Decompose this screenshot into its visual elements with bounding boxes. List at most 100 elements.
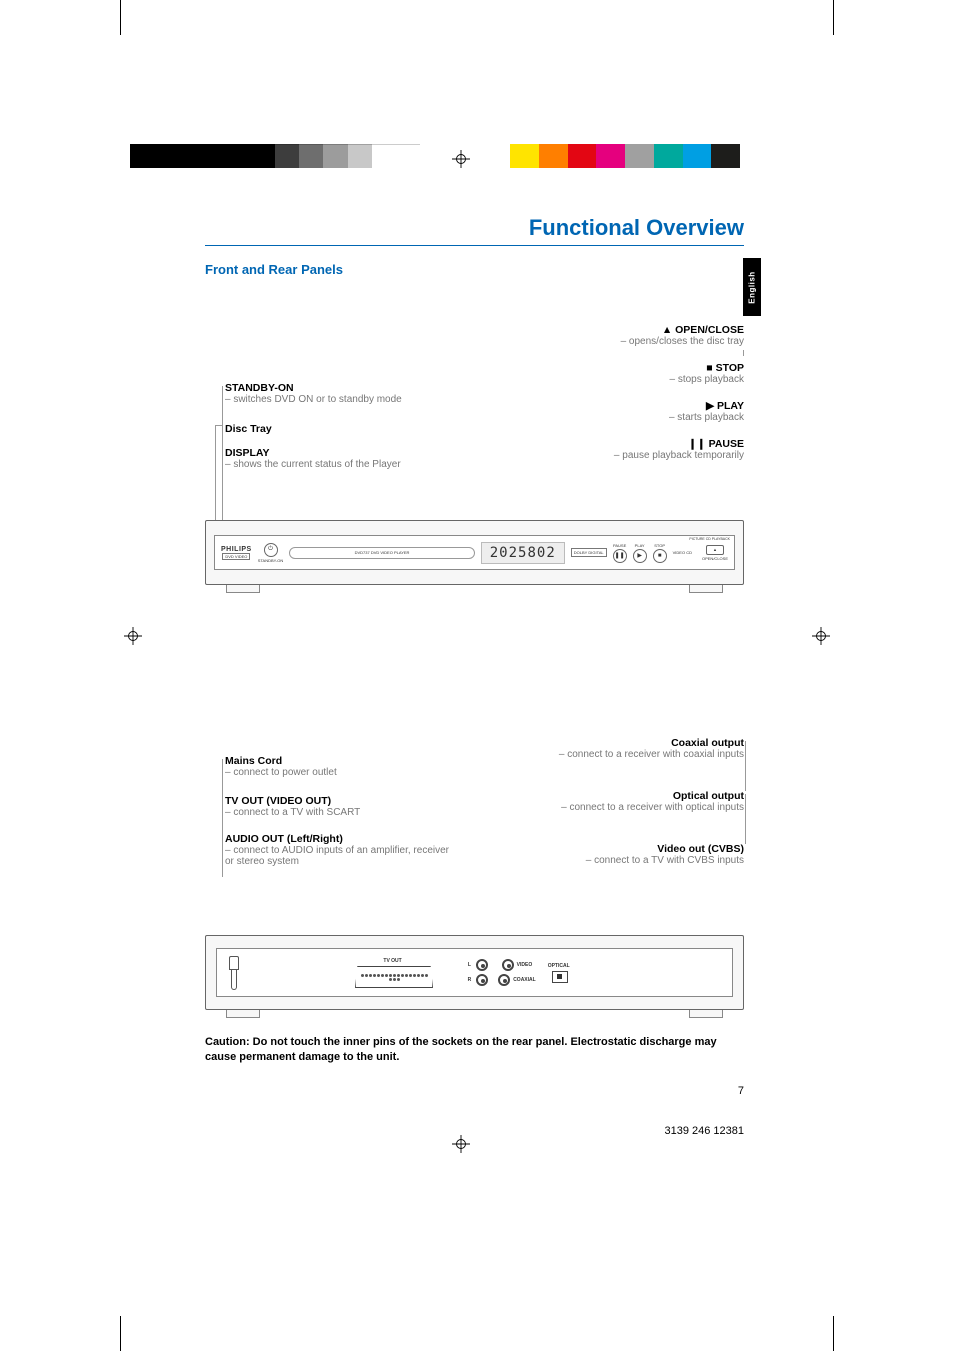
scart-connector bbox=[355, 966, 433, 988]
callout-desc: – connect to a TV with CVBS inputs bbox=[514, 855, 744, 866]
display-readout: 2025802 bbox=[481, 542, 565, 564]
play-icon: ▶ bbox=[706, 400, 714, 412]
callout-heading: Coaxial output bbox=[514, 737, 744, 749]
dvd-rear-panel: TV OUT L R VIDEO COAXIAL OPTICAL bbox=[205, 935, 744, 1010]
play-button[interactable]: ▶ bbox=[633, 549, 647, 563]
callout-desc: – shows the current status of the Player bbox=[225, 459, 455, 470]
callout-heading: STOP bbox=[716, 362, 744, 374]
language-label: English bbox=[748, 271, 757, 303]
picture-cd-label: PICTURE CD PLAYBACK bbox=[689, 537, 730, 541]
leader-line bbox=[745, 794, 746, 844]
standby-label: STANDBY-ON bbox=[258, 558, 284, 563]
callout-standby: STANDBY-ON – switches DVD ON or to stand… bbox=[225, 382, 455, 405]
disc-tray-slot[interactable]: DVD737 DVD VIDEO PLAYER bbox=[289, 547, 474, 559]
callout-tvout: TV OUT (VIDEO OUT) – connect to a TV wit… bbox=[225, 795, 455, 818]
dvd-video-badge: DVD VIDEO bbox=[222, 553, 250, 560]
open-close-label: OPEN/CLOSE bbox=[702, 556, 728, 561]
callout-heading: Mains Cord bbox=[225, 755, 455, 767]
callout-desc: – starts playback bbox=[514, 412, 744, 423]
grayscale-calibration-bar bbox=[130, 144, 420, 168]
page-number: 7 bbox=[738, 1085, 744, 1097]
crop-mark bbox=[833, 0, 834, 35]
coaxial-jack bbox=[498, 974, 510, 986]
callout-heading: PLAY bbox=[717, 400, 744, 412]
crop-mark bbox=[120, 0, 121, 35]
callout-heading: AUDIO OUT (Left/Right) bbox=[225, 833, 455, 845]
stop-icon: ■ bbox=[706, 362, 712, 374]
callout-disc-tray: Disc Tray bbox=[225, 423, 455, 435]
callout-display: DISPLAY – shows the current status of th… bbox=[225, 447, 455, 470]
stop-button[interactable]: ■ bbox=[653, 549, 667, 563]
document-page: Functional Overview Front and Rear Panel… bbox=[0, 0, 954, 1351]
caution-text: Caution: Do not touch the inner pins of … bbox=[205, 1035, 744, 1065]
pause-icon: ❙❙ bbox=[688, 438, 706, 450]
callout-cvbs: Video out (CVBS) – connect to a TV with … bbox=[514, 843, 744, 866]
callout-open-close: ▲ OPEN/CLOSE – opens/closes the disc tra… bbox=[514, 324, 744, 347]
video-jack bbox=[502, 959, 514, 971]
registration-mark-icon bbox=[812, 627, 830, 645]
eject-icon: ▲ bbox=[662, 324, 672, 336]
front-panel-strip: PHILIPS DVD VIDEO ⏻ STANDBY-ON DVD737 DV… bbox=[214, 535, 735, 570]
callout-audio-out: AUDIO OUT (Left/Right) – connect to AUDI… bbox=[225, 833, 455, 867]
callout-heading: Disc Tray bbox=[225, 423, 455, 435]
audio-l-label: L bbox=[468, 962, 471, 968]
vcd-badge: VIDEO CD bbox=[673, 550, 692, 555]
callout-heading: TV OUT (VIDEO OUT) bbox=[225, 795, 455, 807]
device-foot bbox=[689, 1010, 723, 1018]
leader-line bbox=[222, 386, 223, 538]
leader-line bbox=[215, 425, 222, 426]
optical-label: OPTICAL bbox=[548, 963, 570, 969]
device-foot bbox=[689, 585, 723, 593]
callout-desc: – connect to a receiver with optical inp… bbox=[514, 802, 744, 813]
registration-mark-icon bbox=[452, 1135, 470, 1153]
audio-r-jack bbox=[476, 974, 488, 986]
brand-logo: PHILIPS bbox=[221, 546, 252, 553]
callout-desc: – switches DVD ON or to standby mode bbox=[225, 394, 455, 405]
callout-heading: Video out (CVBS) bbox=[514, 843, 744, 855]
optical-jack bbox=[552, 971, 568, 983]
callout-play: ▶ PLAY – starts playback bbox=[514, 400, 744, 423]
rear-panel-strip: TV OUT L R VIDEO COAXIAL OPTICAL bbox=[216, 948, 733, 997]
leader-line bbox=[745, 741, 746, 791]
callout-stop: ■ STOP – stops playback bbox=[514, 362, 744, 385]
standby-button[interactable]: ⏻ bbox=[264, 543, 278, 557]
crop-mark bbox=[833, 1316, 834, 1351]
callout-pause: ❙❙ PAUSE – pause playback temporarily bbox=[514, 438, 744, 461]
dvd-front-panel: PHILIPS DVD VIDEO ⏻ STANDBY-ON DVD737 DV… bbox=[205, 520, 744, 585]
callout-desc: – pause playback temporarily bbox=[514, 450, 744, 461]
play-label: PLAY bbox=[635, 543, 645, 548]
callout-desc: – connect to a TV with SCART bbox=[225, 807, 455, 818]
callout-desc: – stops playback bbox=[514, 374, 744, 385]
callout-mains: Mains Cord – connect to power outlet bbox=[225, 755, 455, 778]
callout-coaxial: Coaxial output – connect to a receiver w… bbox=[514, 737, 744, 760]
coaxial-label: COAXIAL bbox=[513, 977, 536, 983]
audio-l-jack bbox=[476, 959, 488, 971]
document-id: 3139 246 12381 bbox=[664, 1125, 744, 1137]
open-close-button[interactable]: ▲ bbox=[706, 545, 724, 555]
callout-desc: – opens/closes the disc tray bbox=[514, 336, 744, 347]
leader-line bbox=[222, 759, 223, 877]
stop-label: STOP bbox=[654, 543, 665, 548]
callout-optical: Optical output – connect to a receiver w… bbox=[514, 790, 744, 813]
audio-r-label: R bbox=[468, 977, 472, 983]
mains-cord bbox=[227, 956, 241, 990]
callout-heading: STANDBY-ON bbox=[225, 382, 455, 394]
rear-panel-diagram: Mains Cord – connect to power outlet TV … bbox=[205, 735, 744, 1010]
device-foot bbox=[226, 585, 260, 593]
crop-mark bbox=[120, 1316, 121, 1351]
callout-heading: Optical output bbox=[514, 790, 744, 802]
callout-desc: – connect to a receiver with coaxial inp… bbox=[514, 749, 744, 760]
callout-heading: OPEN/CLOSE bbox=[675, 324, 744, 336]
callout-heading: PAUSE bbox=[709, 438, 744, 450]
video-label: VIDEO bbox=[517, 962, 533, 968]
language-tab: English bbox=[743, 258, 761, 316]
section-heading: Front and Rear Panels bbox=[205, 262, 744, 277]
pause-button[interactable]: ❚❚ bbox=[613, 549, 627, 563]
pause-label: PAUSE bbox=[613, 543, 626, 548]
title-block: Functional Overview Front and Rear Panel… bbox=[205, 215, 744, 277]
front-panel-diagram: STANDBY-ON – switches DVD ON or to stand… bbox=[205, 300, 744, 585]
registration-mark-icon bbox=[124, 627, 142, 645]
callout-desc: – connect to power outlet bbox=[225, 767, 455, 778]
page-title: Functional Overview bbox=[205, 215, 744, 246]
leader-line bbox=[743, 350, 744, 356]
